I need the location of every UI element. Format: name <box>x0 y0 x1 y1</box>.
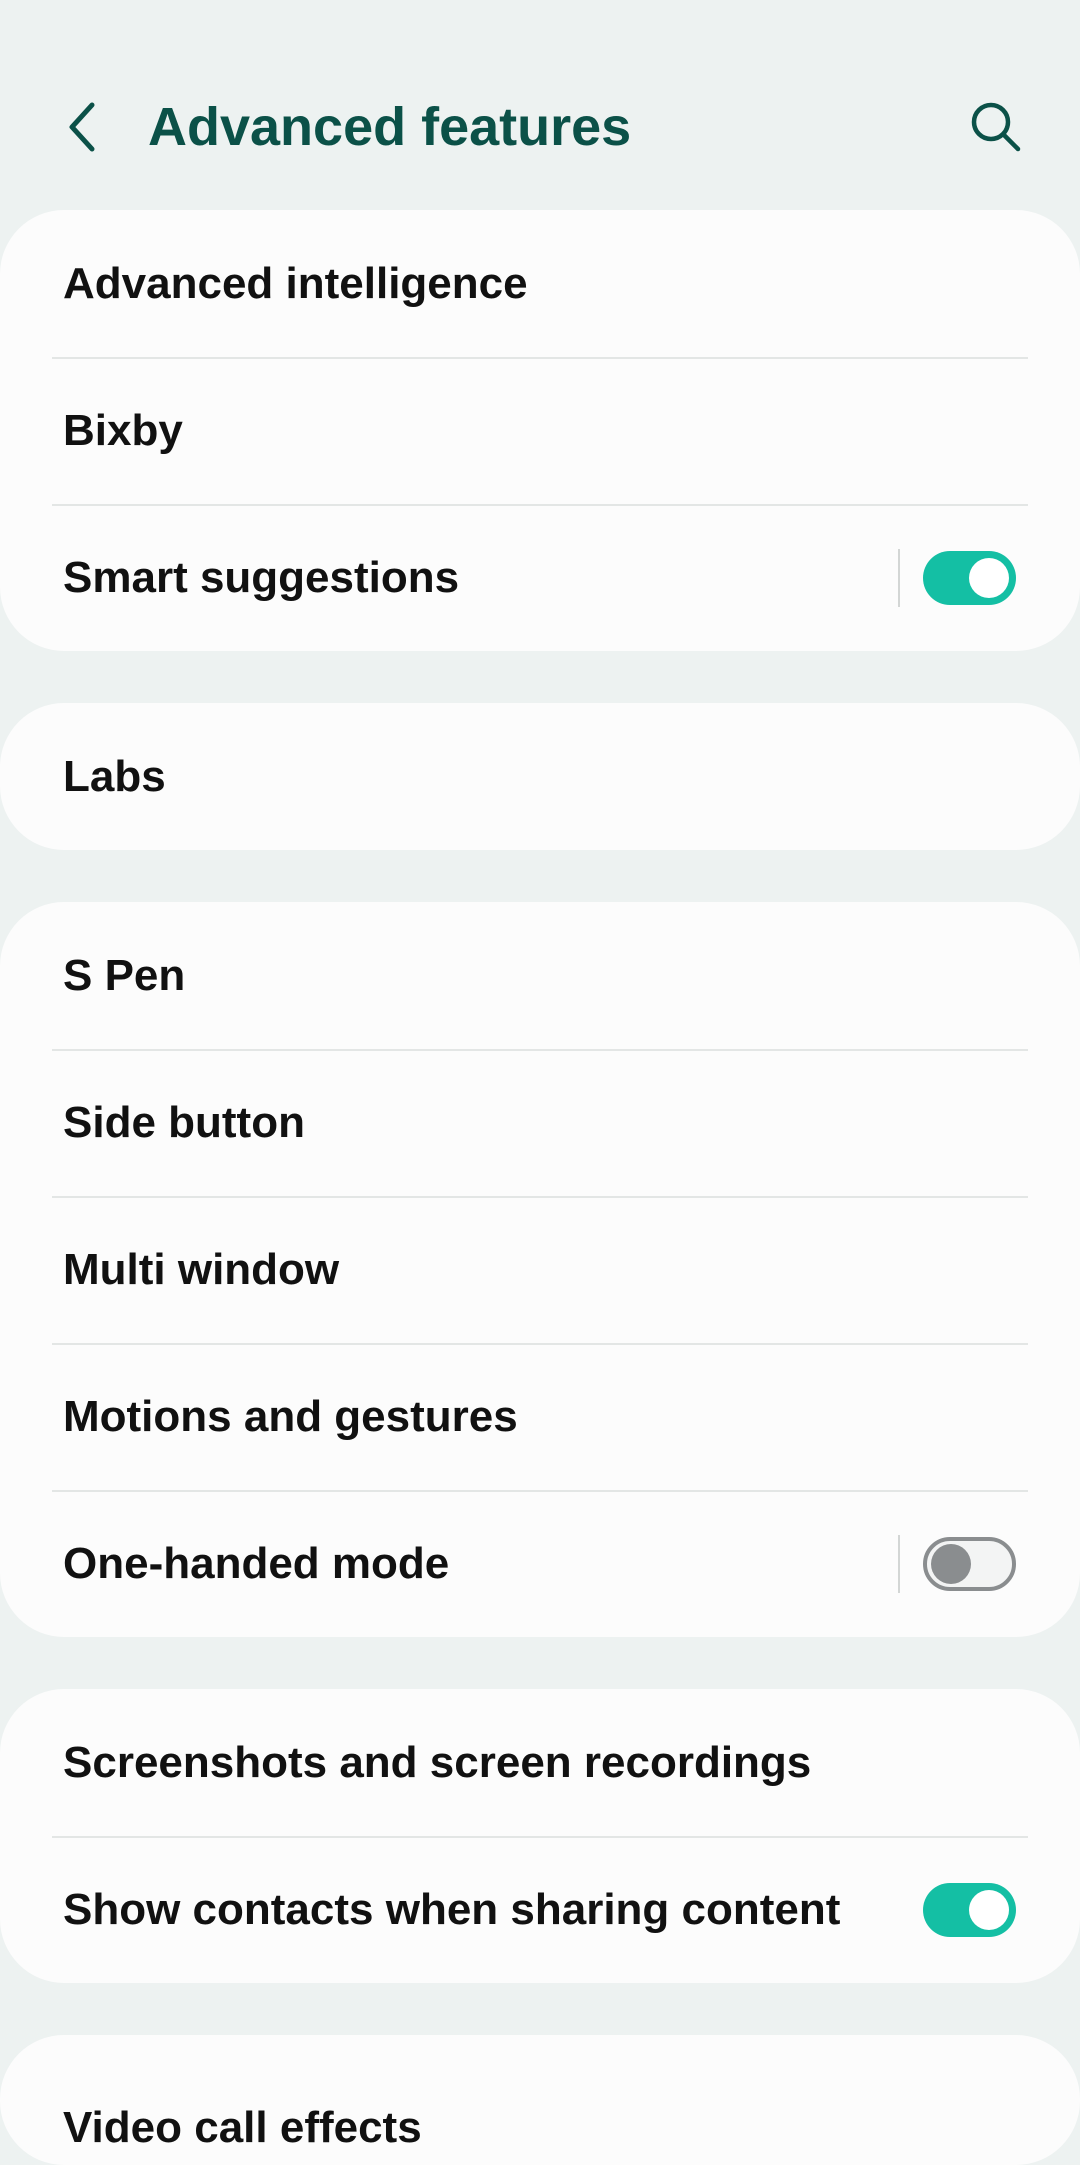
setting-screenshots-and-recordings[interactable]: Screenshots and screen recordings <box>0 1689 1080 1836</box>
setting-label: Screenshots and screen recordings <box>63 1737 812 1787</box>
smart-suggestions-switch[interactable] <box>923 550 1016 605</box>
setting-label: Motions and gestures <box>63 1391 518 1441</box>
switch-knob <box>969 1889 1009 1930</box>
setting-one-handed-mode[interactable]: One-handed mode <box>0 1490 1080 1637</box>
settings-group-intelligence: Advanced intelligence Bixby Smart sugges… <box>0 210 1080 651</box>
setting-smart-suggestions[interactable]: Smart suggestions <box>0 504 1080 651</box>
setting-label: Show contacts when sharing content <box>63 1884 841 1934</box>
row-divider <box>898 1534 900 1593</box>
search-button[interactable] <box>958 90 1034 164</box>
page-title: Advanced features <box>148 97 632 157</box>
setting-motions-and-gestures[interactable]: Motions and gestures <box>0 1343 1080 1490</box>
setting-label: Smart suggestions <box>63 552 460 602</box>
setting-label: One-handed mode <box>63 1538 450 1588</box>
setting-show-contacts-sharing[interactable]: Show contacts when sharing content <box>0 1836 1080 1983</box>
setting-label: Side button <box>63 1097 305 1147</box>
setting-label: Multi window <box>63 1244 340 1294</box>
setting-multi-window[interactable]: Multi window <box>0 1196 1080 1343</box>
setting-label: Advanced intelligence <box>63 258 528 308</box>
setting-label: Bixby <box>63 405 183 455</box>
setting-bixby[interactable]: Bixby <box>0 357 1080 504</box>
search-icon <box>971 102 1021 152</box>
app-bar: Advanced features <box>0 0 1080 210</box>
settings-group-sharing: Screenshots and screen recordings Show c… <box>0 1689 1080 1983</box>
setting-label: S Pen <box>63 950 186 1000</box>
row-divider <box>898 548 900 607</box>
settings-group-video: Video call effects <box>0 2035 1080 2165</box>
settings-group-labs: Labs <box>0 703 1080 850</box>
setting-label: Labs <box>63 751 166 801</box>
setting-s-pen[interactable]: S Pen <box>0 902 1080 1049</box>
switch-knob <box>969 557 1009 598</box>
setting-label: Video call effects <box>63 2103 422 2152</box>
settings-group-controls: S Pen Side button Multi window Motions a… <box>0 902 1080 1637</box>
setting-side-button[interactable]: Side button <box>0 1049 1080 1196</box>
setting-video-call-effects[interactable]: Video call effects <box>0 2035 1080 2165</box>
back-button[interactable] <box>50 90 114 164</box>
one-handed-mode-switch[interactable] <box>923 1536 1016 1591</box>
show-contacts-switch[interactable] <box>923 1882 1016 1937</box>
setting-advanced-intelligence[interactable]: Advanced intelligence <box>0 210 1080 357</box>
switch-knob <box>931 1543 971 1584</box>
setting-labs[interactable]: Labs <box>0 703 1080 850</box>
chevron-left-icon <box>69 102 95 152</box>
